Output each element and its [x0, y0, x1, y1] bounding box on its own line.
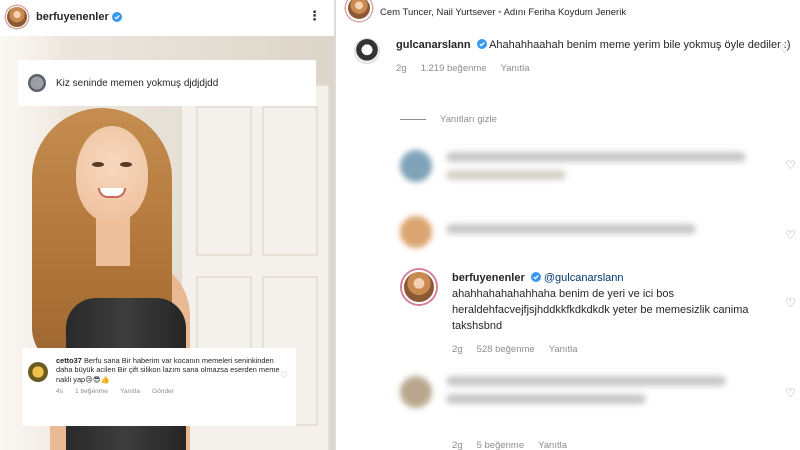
mention-link[interactable]: @gulcanarslann [544, 272, 624, 284]
commenter-avatar [28, 74, 46, 92]
heart-icon[interactable]: ♡ [785, 228, 796, 242]
hide-replies-toggle[interactable]: Yanıtları gizle [400, 114, 497, 125]
comment-time: 2g [452, 344, 463, 355]
send-link[interactable]: Gönder [152, 388, 174, 395]
comment-text: Ahahahhaahah benim meme yerim bile yokmu… [489, 39, 791, 51]
comment-meta: 2g 1.219 beğenme Yanıtla [396, 61, 794, 76]
comment-gulcanarslann: gulcanarslann Ahahahhaahah benim meme ye… [354, 38, 794, 76]
comment-time: 4s [56, 388, 63, 396]
comments-panel: Cem Tuncer, Nail Yurtsever • Adını Ferih… [336, 0, 800, 450]
woman-face [76, 126, 148, 222]
overlay-comment-bottom: cetto37 Berfu sana Bir haberim var kocan… [22, 348, 296, 426]
comment-text: Berfu sana Bir haberim var kocanın memel… [56, 356, 280, 384]
reply-link[interactable]: Yanıtla [538, 440, 567, 450]
like-count[interactable]: 1 beğenme [75, 388, 108, 395]
post-username[interactable]: berfuyenenler [36, 11, 109, 23]
commenter-avatar[interactable] [28, 362, 48, 382]
blurred-reply [398, 144, 758, 184]
reply-link[interactable]: Yanıtla [120, 388, 140, 395]
reply-link[interactable]: Yanıtla [501, 61, 530, 76]
verified-badge-icon [476, 39, 487, 49]
comment-time: 2g [396, 63, 407, 74]
overlay-bottom-comment: cetto37 Berfu sana Bir haberim var kocan… [56, 356, 288, 384]
comment-meta: 2g 528 beğenme Yanıtla [452, 344, 794, 355]
commenter-username[interactable]: cetto37 [56, 356, 82, 365]
music-song[interactable]: Adını Feriha Koydum Jenerik [504, 7, 627, 18]
screenshot-stage: berfuyenenler ⋮ Kiz seninde memen yokmuş… [0, 0, 800, 450]
comment-berfuyenenler: berfuyenenler @gulcanarslann ahahhahahah… [402, 270, 794, 355]
heart-icon[interactable]: ♡ [779, 42, 790, 56]
heart-icon[interactable]: ♡ [785, 296, 796, 310]
music-artists[interactable]: Cem Tuncer, Nail Yurtsever [380, 7, 495, 18]
commenter-avatar[interactable] [402, 270, 436, 304]
music-avatar[interactable] [346, 0, 372, 21]
blurred-reply [398, 370, 758, 410]
music-info: Cem Tuncer, Nail Yurtsever • Adını Ferih… [346, 0, 626, 26]
like-count[interactable]: 528 beğenme [477, 344, 535, 355]
verified-badge-icon [530, 272, 541, 282]
comment-meta: 4s 1 beğenme Yanıtla Gönder [56, 388, 288, 395]
comment-time: 2g [452, 440, 463, 450]
overlay-comment-top: Kiz seninde memen yokmuş djdjdjdd [18, 60, 316, 106]
verified-badge-icon [111, 12, 122, 22]
heart-icon[interactable]: ♡ [280, 370, 288, 381]
heart-icon[interactable]: ♡ [785, 158, 796, 172]
overlay-top-comment-text: Kiz seninde memen yokmuş djdjdjdd [56, 77, 219, 89]
commenter-avatar[interactable] [354, 38, 380, 64]
blurred-reply [398, 210, 758, 250]
profile-avatar[interactable] [6, 6, 28, 28]
comment-meta: 2g 5 beğenme Yanıtla [452, 440, 567, 450]
like-count[interactable]: 5 beğenme [477, 440, 525, 450]
commenter-username[interactable]: gulcanarslann [396, 39, 471, 51]
more-options-icon[interactable]: ⋮ [308, 8, 322, 24]
comment-text: ahahhahahahahhaha benim de yeri ve ici b… [452, 288, 749, 332]
post-panel: berfuyenenler ⋮ Kiz seninde memen yokmuş… [0, 0, 334, 450]
reply-link[interactable]: Yanıtla [549, 344, 578, 355]
post-header: berfuyenenler ⋮ [0, 0, 334, 34]
like-count[interactable]: 1.219 beğenme [421, 61, 487, 76]
heart-icon[interactable]: ♡ [785, 386, 796, 400]
commenter-username[interactable]: berfuyenenler [452, 272, 525, 284]
